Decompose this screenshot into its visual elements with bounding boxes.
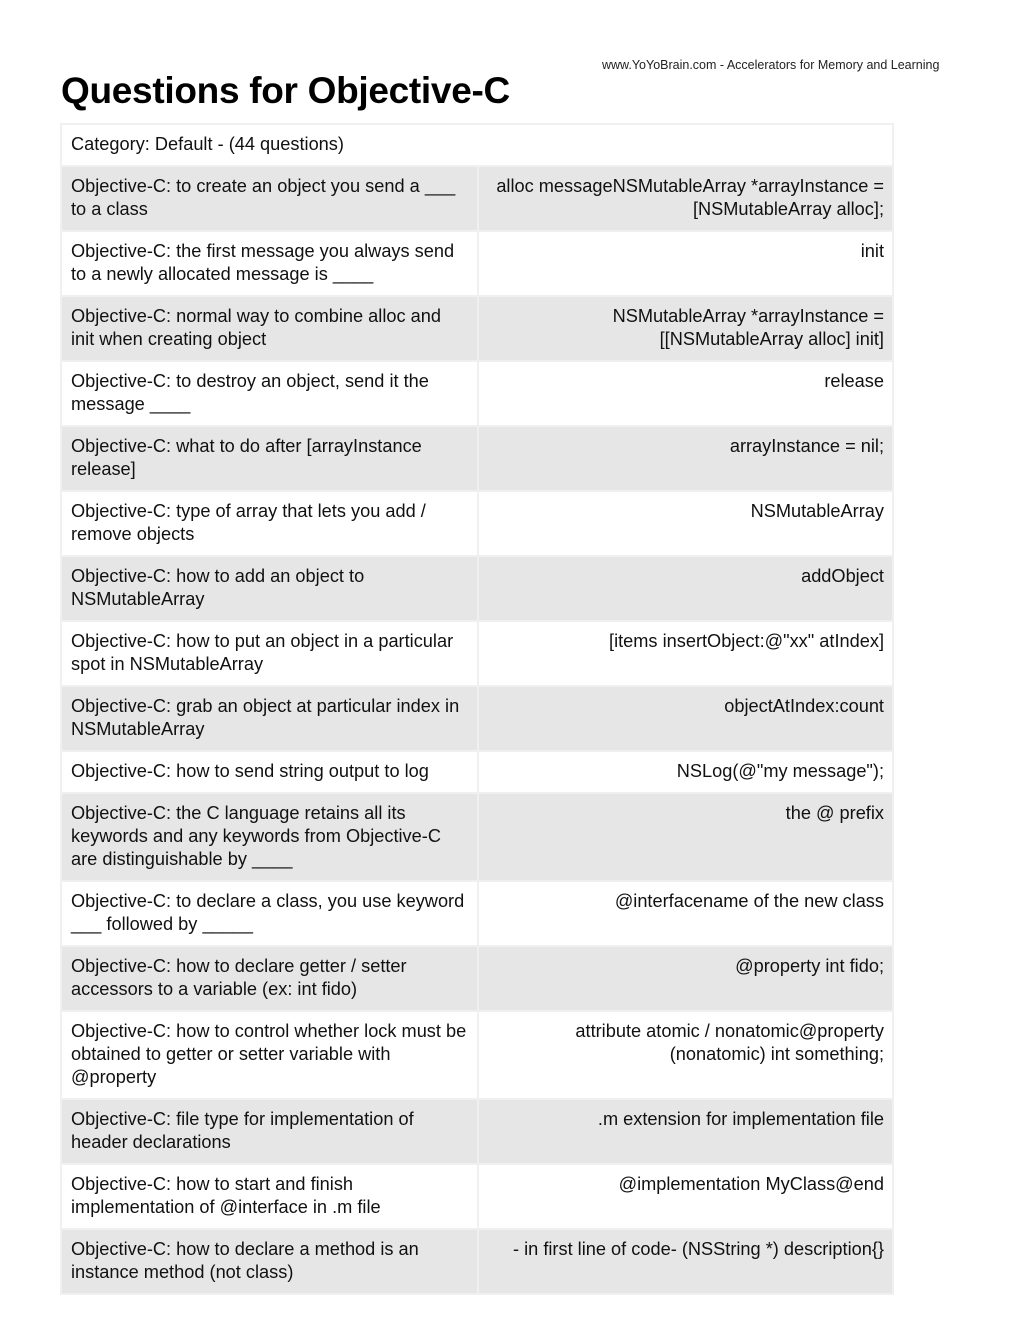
answer-cell: alloc messageNSMutableArray *arrayInstan… <box>477 165 894 232</box>
table-row: Objective-C: what to do after [arrayInst… <box>60 425 894 492</box>
table-row: Objective-C: file type for implementatio… <box>60 1098 894 1165</box>
question-cell: Objective-C: how to control whether lock… <box>60 1010 479 1100</box>
table-row: Objective-C: to destroy an object, send … <box>60 360 894 427</box>
answer-cell: objectAtIndex:count <box>477 685 894 752</box>
site-credit: www.YoYoBrain.com - Accelerators for Mem… <box>602 58 940 72</box>
answer-cell: @interfacename of the new class <box>477 880 894 947</box>
table-row: Objective-C: type of array that lets you… <box>60 490 894 557</box>
answer-cell: NSLog(@"my message"); <box>477 750 894 794</box>
answer-cell: attribute atomic / nonatomic@property (n… <box>477 1010 894 1100</box>
page-title: Questions for Objective-C <box>61 70 510 111</box>
answer-cell: NSMutableArray *arrayInstance = [[NSMuta… <box>477 295 894 362</box>
question-cell: Objective-C: to create an object you sen… <box>60 165 479 232</box>
question-cell: Objective-C: normal way to combine alloc… <box>60 295 479 362</box>
question-cell: Objective-C: how to declare a method is … <box>60 1228 479 1295</box>
answer-cell: @property int fido; <box>477 945 894 1012</box>
question-cell: Objective-C: what to do after [arrayInst… <box>60 425 479 492</box>
table-row: Objective-C: how to put an object in a p… <box>60 620 894 687</box>
question-cell: Objective-C: how to add an object to NSM… <box>60 555 479 622</box>
question-cell: Objective-C: how to declare getter / set… <box>60 945 479 1012</box>
question-cell: Objective-C: the first message you alway… <box>60 230 479 297</box>
answer-cell: [items insertObject:@"xx" atIndex] <box>477 620 894 687</box>
question-cell: Objective-C: how to put an object in a p… <box>60 620 479 687</box>
answer-cell: @implementation MyClass@end <box>477 1163 894 1230</box>
table-row: Objective-C: how to declare getter / set… <box>60 945 894 1012</box>
table-row: Objective-C: how to send string output t… <box>60 750 894 794</box>
table-row: Objective-C: to declare a class, you use… <box>60 880 894 947</box>
answer-cell: init <box>477 230 894 297</box>
question-cell: Objective-C: how to send string output t… <box>60 750 479 794</box>
question-cell: Objective-C: the C language retains all … <box>60 792 479 882</box>
question-cell: Objective-C: type of array that lets you… <box>60 490 479 557</box>
table-row: Objective-C: how to control whether lock… <box>60 1010 894 1100</box>
qa-table: Category: Default - (44 questions) Objec… <box>60 123 894 1295</box>
answer-cell: NSMutableArray <box>477 490 894 557</box>
table-row: Objective-C: the first message you alway… <box>60 230 894 297</box>
table-row: Objective-C: normal way to combine alloc… <box>60 295 894 362</box>
table-row: Objective-C: how to add an object to NSM… <box>60 555 894 622</box>
answer-cell: the @ prefix <box>477 792 894 882</box>
answer-cell: .m extension for implementation file <box>477 1098 894 1165</box>
answer-cell: release <box>477 360 894 427</box>
answer-cell: - in first line of code- (NSString *) de… <box>477 1228 894 1295</box>
table-row: Objective-C: to create an object you sen… <box>60 165 894 232</box>
category-row: Category: Default - (44 questions) <box>60 123 894 167</box>
question-cell: Objective-C: to destroy an object, send … <box>60 360 479 427</box>
question-cell: Objective-C: to declare a class, you use… <box>60 880 479 947</box>
question-cell: Objective-C: how to start and finish imp… <box>60 1163 479 1230</box>
question-cell: Objective-C: file type for implementatio… <box>60 1098 479 1165</box>
answer-cell: arrayInstance = nil; <box>477 425 894 492</box>
answer-cell: addObject <box>477 555 894 622</box>
table-row: Objective-C: grab an object at particula… <box>60 685 894 752</box>
table-row: Objective-C: how to declare a method is … <box>60 1228 894 1295</box>
table-row: Objective-C: the C language retains all … <box>60 792 894 882</box>
category-label: Category: Default - (44 questions) <box>60 123 894 167</box>
table-row: Objective-C: how to start and finish imp… <box>60 1163 894 1230</box>
question-cell: Objective-C: grab an object at particula… <box>60 685 479 752</box>
